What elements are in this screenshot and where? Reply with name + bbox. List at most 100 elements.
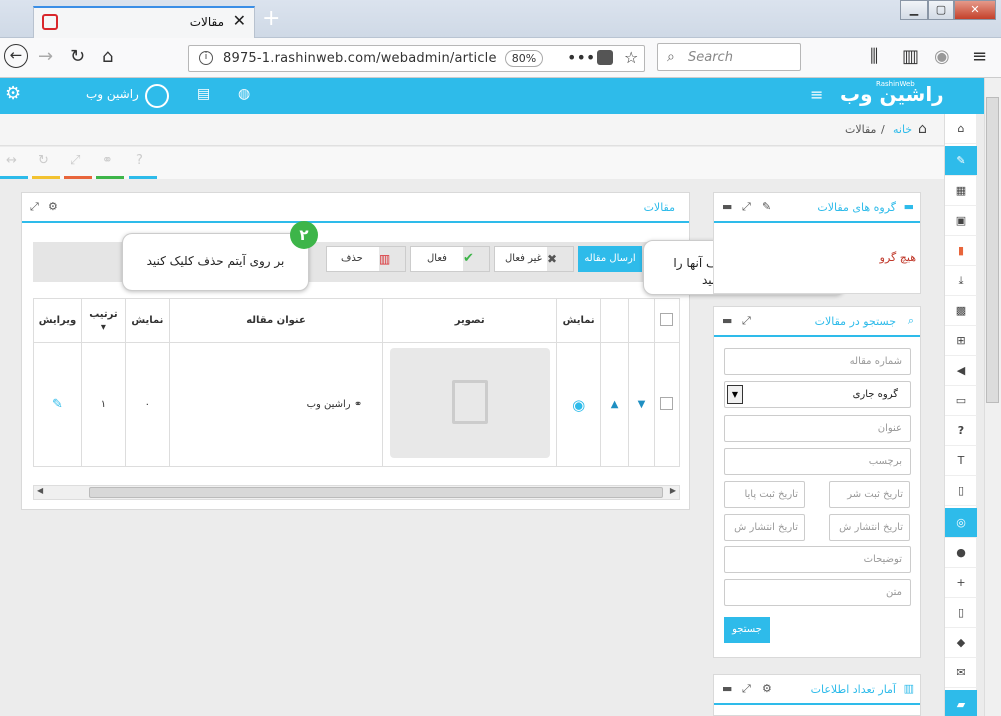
link-icon[interactable]: ⚭	[102, 153, 113, 168]
sidebar-news-icon[interactable]: ▦	[945, 176, 977, 206]
sidebar-audio-icon[interactable]: ◀	[945, 356, 977, 386]
col-order[interactable]: ترتیب ▾	[80, 298, 126, 343]
new-tab-button[interactable]: +	[262, 6, 280, 31]
search-expand-icon[interactable]: ⤢	[742, 314, 751, 328]
groups-expand-icon[interactable]: ⤢	[742, 200, 751, 214]
stats-collapse-icon[interactable]: ▬	[722, 682, 732, 695]
collapse-icon[interactable]: ↔	[6, 153, 17, 168]
server-icon[interactable]: ▤	[197, 86, 210, 102]
sidebar-folder-icon[interactable]: ▰	[945, 690, 977, 716]
help-circle-icon[interactable]: ?	[136, 153, 143, 168]
table-scrollbar-thumb[interactable]	[89, 487, 663, 498]
site-info-icon[interactable]: i	[199, 51, 213, 65]
description-input[interactable]: توضیحات	[724, 546, 911, 573]
url-bar[interactable]: i 8975-1.rashinweb.com/webadmin/article …	[188, 45, 645, 72]
home-icon[interactable]: ⌂	[102, 46, 113, 67]
zoom-level-badge[interactable]: 80%	[505, 50, 543, 67]
header-menu-icon[interactable]: ≡	[810, 85, 823, 104]
scroll-left-icon[interactable]: ◀	[37, 486, 43, 495]
sidebar-text-icon[interactable]: T	[945, 446, 977, 476]
breadcrumb-home-icon[interactable]: ⌂	[918, 121, 927, 137]
expand-icon[interactable]: ⤢	[30, 200, 39, 214]
scroll-right-icon[interactable]: ▶	[670, 486, 676, 495]
sidebar-home-icon[interactable]: ⌂	[945, 114, 977, 144]
sidebar-articles-icon[interactable]: ✎	[945, 146, 977, 176]
dropdown-caret-icon[interactable]: ▼	[727, 385, 743, 404]
sidebar-download-icon[interactable]: ⤓	[945, 266, 977, 296]
sidebar-user-icon[interactable]: ●	[945, 538, 977, 568]
col-title: عنوان مقاله	[168, 298, 384, 343]
breadcrumb-home-link[interactable]: خانه	[893, 123, 912, 136]
edit-cell: ✎	[33, 342, 82, 467]
pub-date-end-input[interactable]: تاریخ انتشار ش	[724, 514, 805, 541]
window-maximize-button[interactable]: ▢	[928, 0, 954, 20]
reg-date-end-input[interactable]: تاریخ ثبت پایا	[724, 481, 805, 508]
fullscreen-icon[interactable]: ⤢	[70, 153, 80, 168]
back-arrow-icon[interactable]: ←	[4, 44, 28, 68]
stats-expand-icon[interactable]: ⤢	[742, 682, 751, 696]
sidebar-video-icon[interactable]: ▩	[945, 296, 977, 326]
callout-two-number: ٢	[290, 221, 318, 249]
sidebar-toggle-icon[interactable]: ▥	[902, 46, 919, 67]
browser-search-input[interactable]: ⌕ Search	[657, 43, 801, 71]
article-title[interactable]: راشین وب	[307, 399, 351, 410]
sidebar-file-icon[interactable]: ▯	[945, 476, 977, 506]
select-cell	[653, 342, 681, 467]
select-all-checkbox[interactable]	[660, 312, 674, 326]
pub-date-start-input[interactable]: تاریخ انتشار ش	[829, 514, 910, 541]
pocket-icon[interactable]	[597, 50, 613, 65]
sidebar-cart-icon[interactable]: ⊞	[945, 326, 977, 356]
search-button[interactable]: جستجو	[724, 617, 770, 643]
bar-chart-icon: ▥	[903, 682, 914, 695]
user-name[interactable]: راشین وب	[86, 87, 139, 101]
window-close-button[interactable]: ✕	[954, 0, 996, 20]
activate-button[interactable]: فعال ✔	[410, 246, 490, 272]
title-input[interactable]: عنوان	[724, 415, 911, 442]
globe-icon[interactable]: ◉	[934, 46, 950, 67]
forward-arrow-icon[interactable]: →	[38, 46, 53, 67]
user-avatar-icon[interactable]	[145, 84, 169, 108]
globe-site-icon[interactable]: ◍	[238, 86, 250, 102]
sidebar-comments-icon[interactable]: ◆	[945, 628, 977, 658]
eye-icon[interactable]: ◉	[572, 396, 585, 414]
edit-pencil-icon[interactable]: ✎	[52, 397, 63, 412]
groups-edit-icon[interactable]: ✎	[762, 200, 771, 213]
stats-settings-icon[interactable]: ⚙	[762, 682, 772, 695]
panel-settings-icon[interactable]: ⚙	[48, 200, 58, 213]
tab-close-icon[interactable]: ✕	[233, 11, 246, 30]
sidebar-mobile-icon[interactable]: ▯	[945, 598, 977, 628]
sidebar-monitor-icon[interactable]: ▭	[945, 386, 977, 416]
tag-input[interactable]: برچسب	[724, 448, 911, 475]
article-number-input[interactable]: شماره مقاله	[724, 348, 911, 375]
arrow-down-icon[interactable]: ▼	[638, 399, 646, 410]
sidebar-document-icon[interactable]: ▮	[945, 236, 977, 266]
groups-collapse-icon[interactable]: ▬	[722, 200, 732, 213]
page-scrollbar-thumb[interactable]	[986, 97, 999, 403]
image-cell	[382, 342, 558, 467]
text-input[interactable]: متن	[724, 579, 911, 606]
delete-button[interactable]: حذف ▥	[326, 246, 406, 272]
sidebar-help-icon[interactable]: ?	[945, 416, 977, 446]
arrow-up-icon[interactable]: ▲	[611, 399, 619, 410]
admin-header: ⚙ راشین وب ▤ ◍ ≡ راشین وب RashinWeb	[0, 78, 986, 114]
browser-tab[interactable]: مقالات ✕	[33, 6, 255, 38]
search-collapse-icon[interactable]: ▬	[722, 314, 732, 327]
groups-folder-icon: ▬	[903, 200, 914, 213]
sidebar-image-icon[interactable]: ▣	[945, 206, 977, 236]
window-minimize-button[interactable]: ▁	[900, 0, 928, 20]
deactivate-button[interactable]: غیر فعال ✖	[494, 246, 574, 272]
sidebar-mail-icon[interactable]: ✉	[945, 658, 977, 688]
sidebar-add-user-icon[interactable]: +	[945, 568, 977, 598]
reg-date-start-input[interactable]: تاریخ ثبت شر	[829, 481, 910, 508]
row-checkbox[interactable]	[660, 396, 674, 410]
library-icon[interactable]: ⫼	[870, 46, 878, 67]
reload-icon[interactable]: ↻	[70, 46, 85, 67]
settings-gear-icon[interactable]: ⚙	[5, 83, 21, 104]
group-select[interactable]: گروه جاری ▼	[724, 381, 911, 408]
hamburger-menu-icon[interactable]: ≡	[972, 46, 987, 67]
send-article-button[interactable]: ارسال مقاله	[578, 246, 642, 272]
page-actions-icon[interactable]: •••	[567, 48, 595, 67]
bookmark-star-icon[interactable]: ☆	[624, 48, 638, 67]
sidebar-users-group-icon[interactable]: ◎	[945, 508, 977, 538]
refresh-icon[interactable]: ↻	[38, 153, 49, 168]
